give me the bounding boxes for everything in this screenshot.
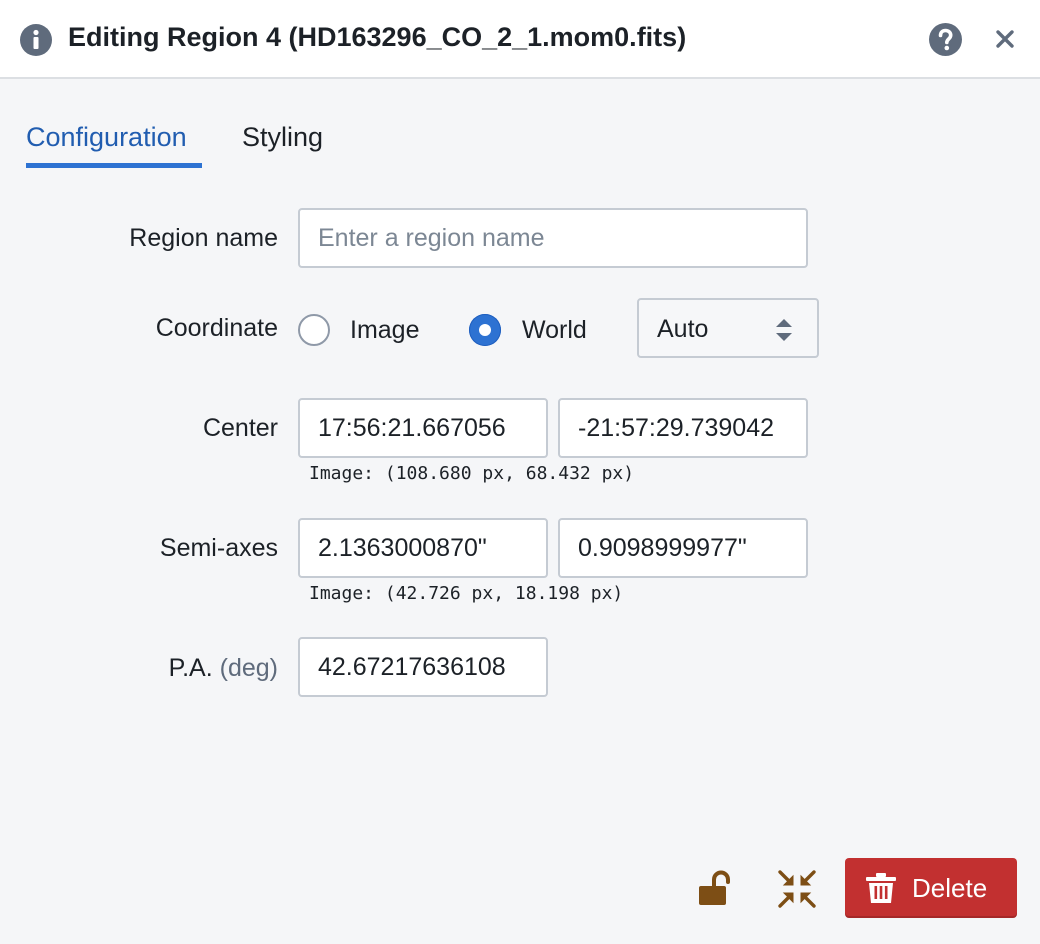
center-label: Center [202,414,278,442]
pa-input[interactable] [298,637,548,697]
delete-button-label: Delete [912,873,988,903]
image-radio-label[interactable]: Image [350,316,419,345]
region-name-label: Region name [129,224,278,252]
world-radio-label[interactable]: World [522,316,587,345]
image-radio[interactable] [298,314,330,346]
pa-unit-label: (deg) [219,654,278,682]
coordinate-format-select[interactable]: Auto [637,298,819,358]
coordinate-label: Coordinate [155,314,278,342]
world-radio[interactable] [469,314,501,346]
help-icon[interactable] [929,23,962,56]
dialog-title: Editing Region 4 (HD163296_CO_2_1.mom0.f… [68,22,687,52]
dialog-header: Editing Region 4 (HD163296_CO_2_1.mom0.f… [0,0,1040,79]
center-image-hint: Image: (108.680 px, 68.432 px) [309,463,635,484]
active-tab-indicator [26,163,202,168]
delete-button[interactable]: Delete [845,858,1017,918]
pa-label: P.A. (deg) [169,654,278,683]
semi-axis-a-input[interactable] [298,518,548,578]
center-x-input[interactable] [298,398,548,458]
tab-configuration[interactable]: Configuration [26,122,187,153]
tab-styling[interactable]: Styling [242,122,323,153]
semi-axes-label: Semi-axes [159,534,278,562]
trash-icon [866,873,896,903]
info-icon [20,24,52,56]
semi-axes-image-hint: Image: (42.726 px, 18.198 px) [309,583,624,604]
unlock-icon[interactable] [695,870,733,908]
close-icon[interactable] [994,28,1016,50]
double-caret-icon [776,319,792,341]
center-y-input[interactable] [558,398,808,458]
coordinate-format-value: Auto [657,315,709,343]
pa-label-text: P.A. [168,654,213,682]
focus-center-icon[interactable] [777,869,817,909]
region-name-input[interactable] [298,208,808,268]
semi-axis-b-input[interactable] [558,518,808,578]
